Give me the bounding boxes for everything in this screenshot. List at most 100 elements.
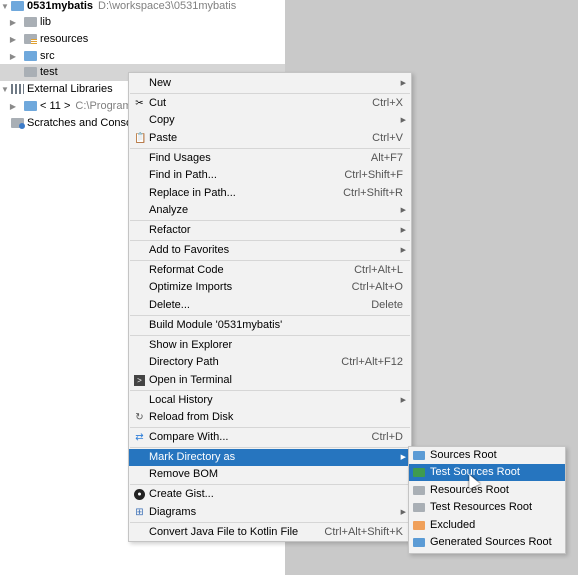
menu-item-shortcut: Ctrl+Alt+F12	[341, 356, 403, 368]
submenu-item-label: Test Resources Root	[430, 501, 533, 513]
submenu-item-resources-root[interactable]: Resources Root	[409, 482, 565, 499]
menu-item-mark-directory-as[interactable]: Mark Directory as ▶	[129, 449, 411, 466]
menu-item-analyze[interactable]: Analyze ▶	[129, 202, 411, 219]
menu-item-delete[interactable]: Delete... Delete	[129, 297, 411, 314]
menu-item-shortcut: Ctrl+D	[371, 431, 403, 443]
menu-item-label: Show in Explorer	[149, 339, 233, 351]
test-resources-root-folder-icon	[413, 503, 425, 512]
cut-icon: ✂	[135, 98, 144, 109]
project-path: D:\workspace3\0531mybatis	[98, 0, 237, 12]
submenu-item-label: Generated Sources Root	[430, 536, 552, 548]
menu-item-replace-in-path[interactable]: Replace in Path... Ctrl+Shift+R	[129, 185, 411, 202]
generated-sources-root-folder-icon	[413, 538, 425, 547]
jdk-icon	[24, 101, 37, 111]
menu-item-compare-with[interactable]: ⇄ Compare With... Ctrl+D	[129, 429, 411, 446]
menu-item-new[interactable]: New ▶	[129, 75, 411, 92]
folder-icon	[24, 67, 37, 77]
resources-root-folder-icon	[413, 486, 425, 495]
compare-icon: ⇄	[135, 432, 144, 443]
menu-separator	[130, 427, 410, 428]
menu-item-label: Analyze	[149, 204, 189, 216]
menu-item-label: Local History	[149, 394, 213, 406]
menu-item-directory-path[interactable]: Directory Path Ctrl+Alt+F12	[129, 354, 411, 371]
tree-item-resources[interactable]: ▶ resources	[0, 31, 285, 48]
menu-item-label: Diagrams	[149, 506, 197, 518]
menu-item-shortcut: Ctrl+X	[372, 97, 403, 109]
menu-item-shortcut: Ctrl+Alt+L	[354, 264, 403, 276]
submenu-item-sources-root[interactable]: Sources Root	[409, 447, 565, 464]
menu-item-remove-bom[interactable]: Remove BOM	[129, 466, 411, 483]
menu-item-label: Refactor	[149, 224, 191, 236]
menu-item-shortcut: Ctrl+Alt+O	[351, 281, 403, 293]
tree-item-project[interactable]: ▼ 0531mybatis D:\workspace3\0531mybatis	[0, 0, 285, 15]
menu-separator	[130, 522, 410, 523]
submenu-item-test-sources-root[interactable]: Test Sources Root	[409, 464, 565, 481]
expand-arrow-icon[interactable]: ▶	[8, 14, 18, 31]
tree-item-src[interactable]: ▶ src	[0, 48, 285, 65]
submenu-item-test-resources-root[interactable]: Test Resources Root	[409, 499, 565, 516]
expand-arrow-icon[interactable]: ▼	[0, 81, 10, 98]
menu-item-reload-from-disk[interactable]: ↻ Reload from Disk	[129, 409, 411, 426]
submenu-arrow-icon: ▶	[400, 207, 406, 214]
submenu-arrow-icon: ▶	[400, 227, 406, 234]
menu-item-open-in-terminal[interactable]: > Open in Terminal	[129, 372, 411, 389]
expand-arrow-icon[interactable]: ▶	[8, 48, 18, 65]
tree-item-label: test	[40, 66, 58, 78]
menu-item-cut[interactable]: ✂ Cut Ctrl+X	[129, 95, 411, 112]
menu-item-label: Reload from Disk	[149, 411, 234, 423]
submenu-arrow-icon: ▶	[400, 80, 406, 87]
tree-item-lib[interactable]: ▶ lib	[0, 14, 285, 31]
menu-item-paste[interactable]: 📋 Paste Ctrl+V	[129, 130, 411, 147]
menu-item-refactor[interactable]: Refactor ▶	[129, 222, 411, 239]
expand-arrow-icon[interactable]: ▶	[8, 31, 18, 48]
menu-item-build-module[interactable]: Build Module '0531mybatis'	[129, 317, 411, 334]
expand-arrow-icon[interactable]: ▶	[8, 98, 18, 115]
diagram-icon: ⊞	[135, 507, 144, 518]
menu-item-find-in-path[interactable]: Find in Path... Ctrl+Shift+F	[129, 167, 411, 184]
jdk-path: C:\Program	[75, 100, 132, 112]
menu-item-label: Open in Terminal	[149, 374, 232, 386]
expand-arrow-icon[interactable]: ▼	[0, 0, 10, 15]
context-menu: New ▶ ✂ Cut Ctrl+X Copy ▶ 📋 Paste Ctrl+V…	[128, 72, 412, 542]
menu-item-shortcut: Alt+F7	[370, 152, 403, 164]
tree-item-label: resources	[40, 33, 89, 45]
menu-item-local-history[interactable]: Local History ▶	[129, 392, 411, 409]
menu-item-label: Build Module '0531mybatis'	[149, 319, 283, 331]
library-icon	[11, 84, 24, 94]
menu-item-copy[interactable]: Copy ▶	[129, 112, 411, 129]
module-folder-icon	[11, 1, 24, 11]
menu-item-shortcut: Delete	[371, 299, 403, 311]
tree-item-label: src	[40, 50, 55, 62]
scratches-icon	[11, 118, 25, 129]
submenu-arrow-icon: ▶	[400, 509, 406, 516]
menu-item-create-gist[interactable]: ● Create Gist...	[129, 486, 411, 503]
menu-item-label: Add to Favorites	[149, 244, 230, 256]
submenu-item-excluded[interactable]: Excluded	[409, 517, 565, 534]
menu-item-label: Delete...	[149, 299, 190, 311]
menu-item-find-usages[interactable]: Find Usages Alt+F7	[129, 150, 411, 167]
menu-item-add-to-favorites[interactable]: Add to Favorites ▶	[129, 242, 411, 259]
menu-item-convert-to-kotlin[interactable]: Convert Java File to Kotlin File Ctrl+Al…	[129, 524, 411, 541]
tree-item-label: lib	[40, 16, 52, 28]
menu-item-show-in-explorer[interactable]: Show in Explorer	[129, 337, 411, 354]
submenu-item-generated-sources-root[interactable]: Generated Sources Root	[409, 534, 565, 551]
menu-separator	[130, 240, 410, 241]
menu-item-diagrams[interactable]: ⊞ Diagrams ▶	[129, 504, 411, 521]
menu-item-label: Convert Java File to Kotlin File	[149, 526, 299, 538]
menu-item-optimize-imports[interactable]: Optimize Imports Ctrl+Alt+O	[129, 279, 411, 296]
menu-item-label: Paste	[149, 132, 178, 144]
test-sources-root-folder-icon	[413, 468, 425, 477]
sources-root-folder-icon	[413, 451, 425, 460]
menu-item-label: Find Usages	[149, 152, 211, 164]
folder-icon	[24, 17, 37, 27]
tree-item-label: Scratches and Consol	[27, 117, 135, 129]
menu-item-reformat-code[interactable]: Reformat Code Ctrl+Alt+L	[129, 262, 411, 279]
source-folder-icon	[24, 51, 37, 61]
excluded-folder-icon	[413, 521, 425, 530]
menu-item-label: Optimize Imports	[149, 281, 233, 293]
menu-separator	[130, 390, 410, 391]
submenu-arrow-icon: ▶	[400, 247, 406, 254]
submenu-arrow-icon: ▶	[400, 117, 406, 124]
reload-icon: ↻	[135, 412, 144, 423]
menu-separator	[130, 260, 410, 261]
